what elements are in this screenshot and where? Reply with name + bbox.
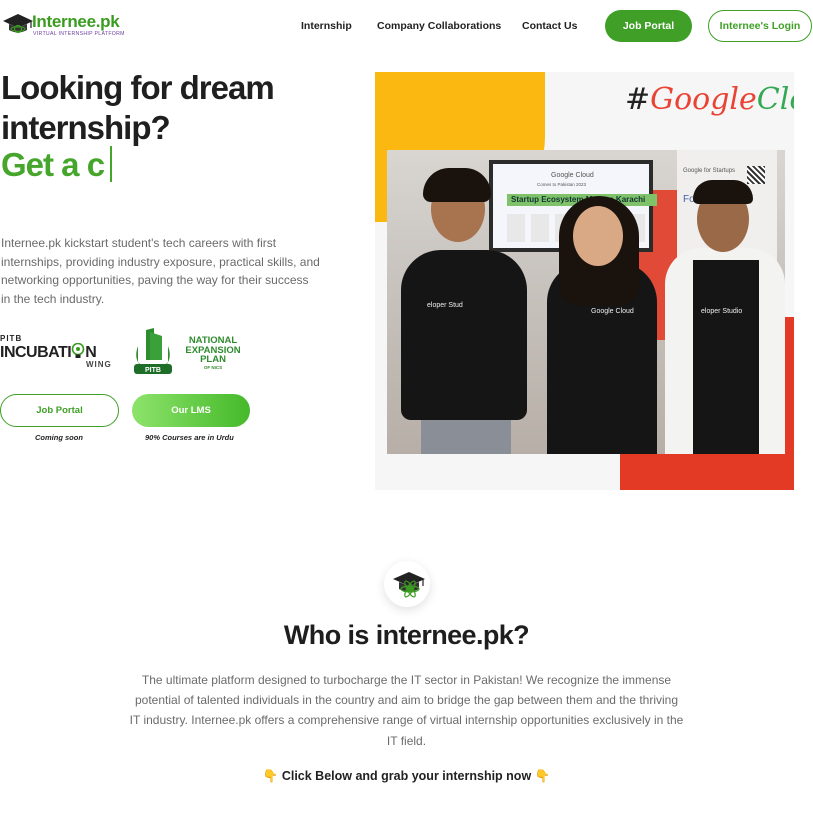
nav-link-internship[interactable]: Internship — [301, 20, 352, 32]
top-nav: Internee.pk VIRTUAL INTERNSHIP PLATFORM … — [0, 0, 813, 52]
internee-login-button[interactable]: Internee's Login — [708, 10, 812, 42]
pitb-emblem-text: PITB — [145, 367, 161, 374]
hero-title: Looking for dream internship? — [1, 69, 275, 146]
incubation-text-start: INCUBATI — [0, 344, 72, 361]
cta-label: Click Below and grab your internship now — [281, 769, 532, 783]
event-photo: Google Cloud Comes to Pakistan 2023 Star… — [387, 150, 785, 454]
person-right-shirt — [693, 260, 759, 454]
typed-text: Get a c — [1, 146, 105, 183]
hero-typed-text: Get a c — [1, 146, 113, 184]
hashtag-word-cloud: Cloud — [756, 82, 794, 117]
graduation-cap-atom-icon — [384, 561, 430, 607]
cta-text: 👇 Click Below and grab your internship n… — [0, 769, 813, 784]
nav-link-contact-us[interactable]: Contact Us — [522, 20, 577, 32]
who-section-title: Who is internee.pk? — [283, 620, 530, 650]
person-left-shirt-text: eloper Stud — [427, 302, 463, 309]
screen-title: Google Cloud — [551, 172, 594, 179]
our-lms-button[interactable]: Our LMS — [132, 394, 250, 427]
national-expansion-plan-logo: NATIONAL EXPANSION PLAN OF NICS — [180, 336, 246, 371]
partner-logos: PITB INCUBATI N WING PITB NATIONAL EXPANS… — [0, 326, 250, 378]
lms-note: 90% Courses are in Urdu — [145, 433, 234, 442]
hashtag-symbol: # — [625, 82, 651, 117]
hero-description: Internee.pk kickstart student's tech car… — [1, 236, 320, 306]
hero-image-panel: #GoogleCloud Google Cloud Comes to Pakis… — [375, 72, 794, 490]
person-middle-head — [573, 206, 623, 266]
qr-code-icon — [747, 166, 765, 184]
internee-logo[interactable]: Internee.pk VIRTUAL INTERNSHIP PLATFORM — [2, 10, 124, 40]
logo-text: Internee.pk — [32, 12, 120, 31]
pitb-small-text: PITB — [0, 334, 23, 343]
job-portal-note: Coming soon — [35, 433, 83, 442]
person-right-shirt-text: eloper Studio — [701, 308, 743, 315]
person-left-body — [401, 250, 527, 420]
hashtag-word-google: Google — [650, 82, 757, 117]
who-section-description: The ultimate platform designed to turboc… — [129, 673, 684, 748]
incubation-text-end: N — [85, 344, 97, 361]
incubation-text: INCUBATI N — [0, 342, 112, 361]
google-cloud-hashtag: #GoogleCloud — [625, 82, 794, 117]
nav-link-company-collaborations[interactable]: Company Collaborations — [377, 20, 501, 32]
person-left-hair — [423, 168, 491, 202]
nep-line-4: OF NICS — [203, 364, 223, 370]
pitb-incubation-wing-logo: PITB INCUBATI N WING — [0, 334, 112, 369]
screen-subtitle: Comes to Pakistan 2023 — [537, 182, 587, 187]
job-portal-button[interactable]: Job Portal — [605, 10, 692, 42]
pitb-emblem-icon: PITB — [134, 328, 172, 374]
logo-tagline: VIRTUAL INTERNSHIP PLATFORM — [33, 31, 125, 37]
wing-text: WING — [86, 360, 112, 369]
person-right-hair — [693, 180, 753, 204]
nep-line-3: PLAN — [200, 354, 226, 365]
hero-job-portal-button[interactable]: Job Portal — [0, 394, 119, 427]
stand-title: Google for Startups — [683, 168, 736, 174]
graduation-cap-icon — [3, 14, 33, 34]
person-middle-shirt-text: Google Cloud — [591, 308, 634, 315]
pointing-down-icon: 👇 — [534, 769, 551, 783]
pointing-down-icon: 👇 — [262, 769, 279, 783]
typing-caret — [110, 146, 113, 182]
lightbulb-icon — [71, 342, 85, 358]
